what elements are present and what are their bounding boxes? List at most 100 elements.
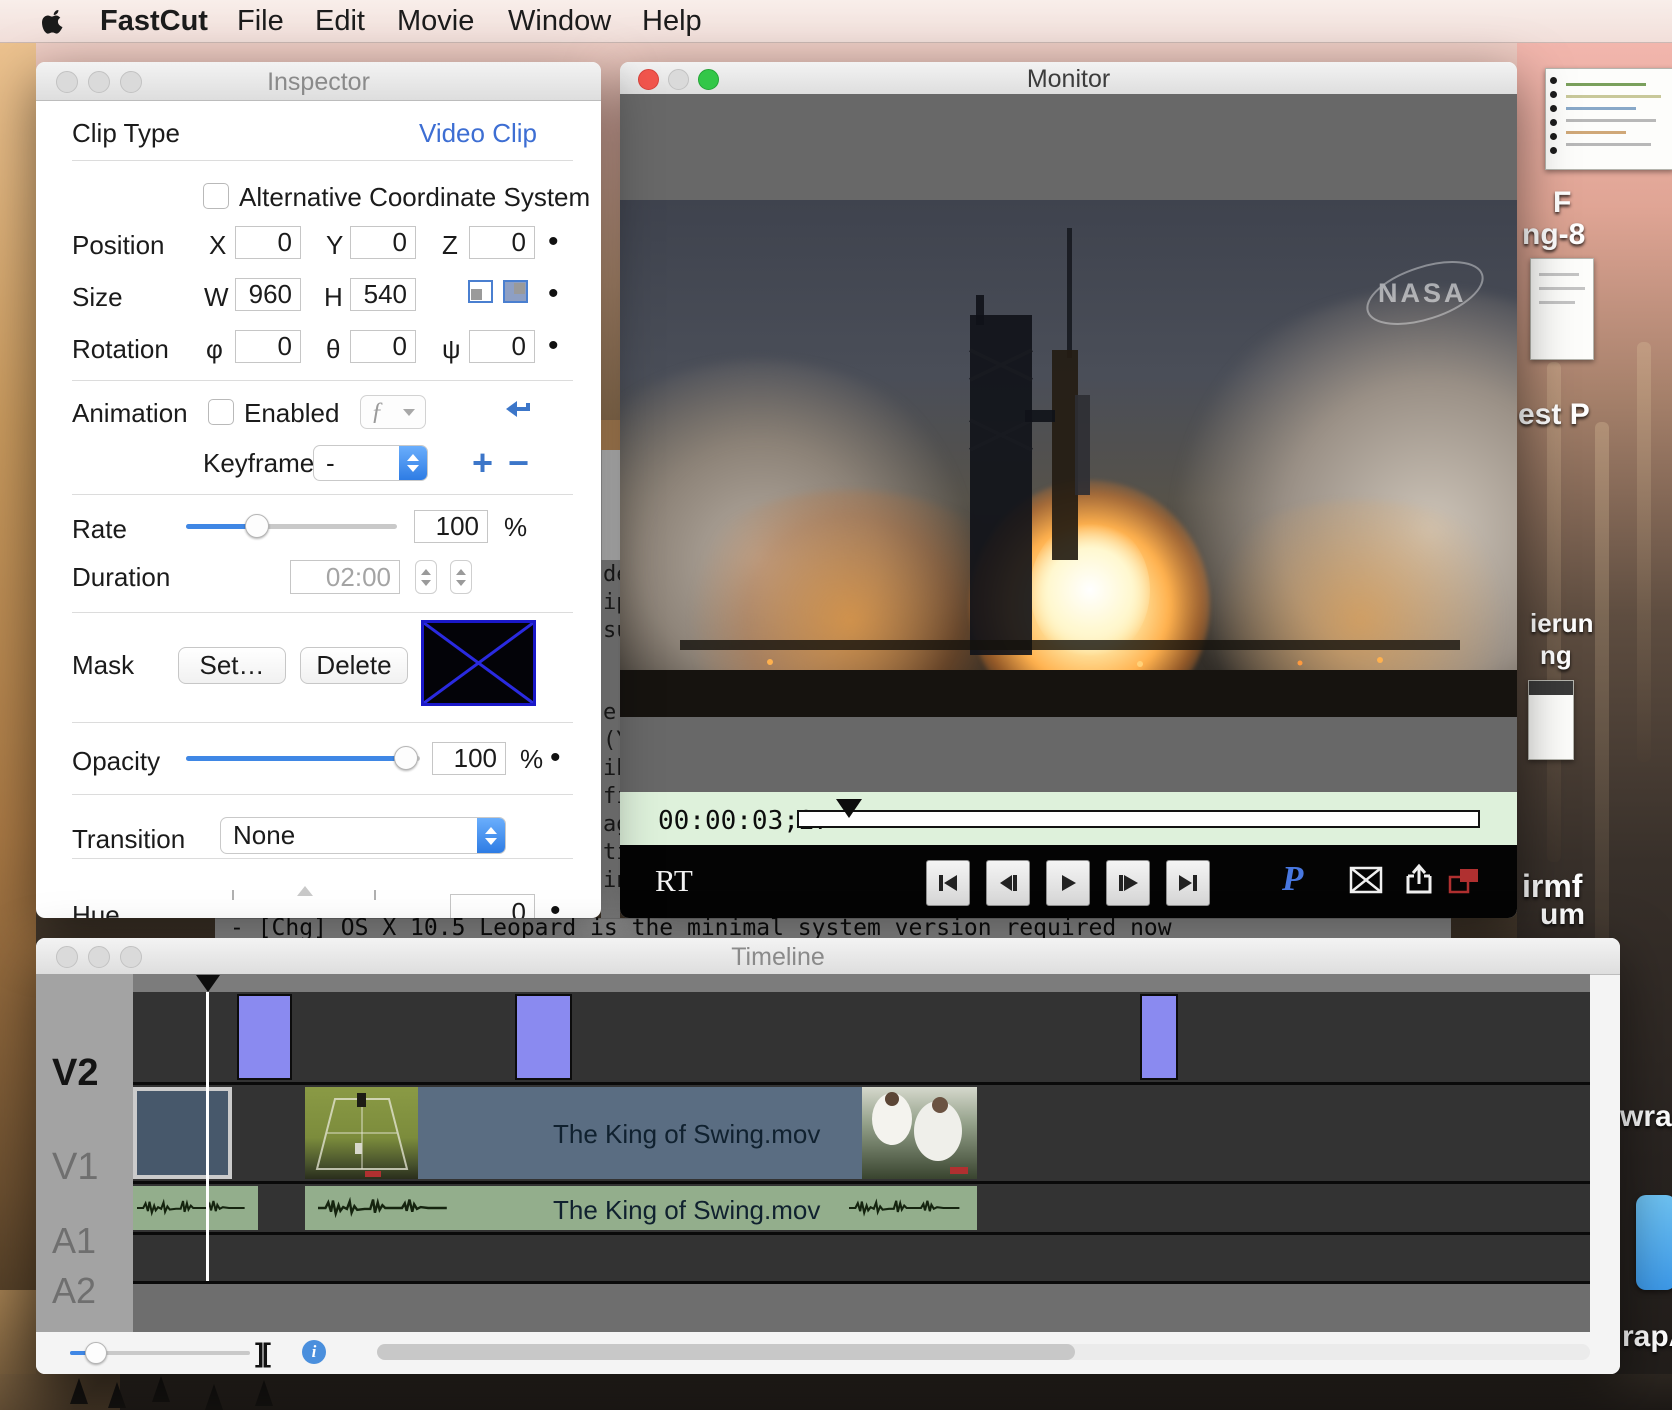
position-z-field[interactable]: 0 — [469, 226, 535, 259]
animation-label: Animation — [72, 398, 188, 429]
mask-set-button[interactable]: Set… — [178, 647, 286, 684]
rate-label: Rate — [72, 514, 127, 545]
hue-tick — [374, 890, 376, 900]
track-v2[interactable] — [133, 992, 1590, 1082]
timeline-clip-video[interactable]: The King of Swing.mov — [305, 1087, 977, 1179]
desktop-icon-folder[interactable] — [1636, 1195, 1672, 1290]
video-viewport[interactable]: NASA — [620, 94, 1517, 792]
timeline-playhead-line[interactable] — [206, 992, 209, 1281]
desktop-label[interactable]: ierun — [1530, 608, 1594, 639]
rate-slider-thumb[interactable] — [245, 514, 269, 538]
mask-delete-button[interactable]: Delete — [300, 647, 408, 684]
timeline-clip-selected[interactable] — [133, 1087, 232, 1179]
mask-label: Mask — [72, 650, 134, 681]
menu-item-edit[interactable]: Edit — [315, 0, 365, 42]
size-w-field[interactable]: 960 — [235, 278, 301, 311]
timeline-ruler[interactable] — [133, 974, 1590, 992]
track-a2[interactable] — [133, 1235, 1590, 1281]
tree-silhouette — [108, 1382, 126, 1408]
go-to-end-button[interactable] — [1166, 860, 1210, 906]
export-button[interactable] — [1402, 862, 1438, 903]
add-keyframe-button[interactable]: + — [472, 445, 493, 481]
desktop-icon-document[interactable] — [1530, 258, 1594, 360]
rotation-psi-field[interactable]: 0 — [469, 330, 535, 363]
menu-bar: FastCut File Edit Movie Window Help — [0, 0, 1672, 43]
pip-button[interactable] — [1448, 865, 1482, 902]
rotation-phi-field[interactable]: 0 — [235, 330, 301, 363]
track-label-v2[interactable]: V2 — [52, 1052, 98, 1095]
edit-point-button[interactable]: ][ — [255, 1338, 269, 1369]
transition-dropdown[interactable]: None — [220, 817, 506, 854]
duration-stepper[interactable] — [415, 560, 437, 594]
track-label-a1[interactable]: A1 — [52, 1220, 96, 1262]
animation-function-dropdown[interactable]: ƒ — [360, 395, 426, 429]
size-h-field[interactable]: 540 — [350, 278, 416, 311]
desktop-icon-notebook[interactable] — [1545, 68, 1672, 170]
clip-type-value[interactable]: Video Clip — [419, 118, 537, 149]
desktop-label[interactable]: wrap — [1620, 1100, 1672, 1134]
info-button[interactable]: i — [302, 1340, 326, 1364]
scrub-bar[interactable] — [797, 810, 1480, 828]
menu-item-window[interactable]: Window — [508, 0, 611, 42]
keyframe-dropdown[interactable]: - — [313, 445, 428, 481]
timeline-clip[interactable] — [237, 994, 292, 1080]
timeline-clip[interactable] — [515, 994, 572, 1080]
mask-preview[interactable] — [421, 620, 536, 706]
duration-frame-stepper[interactable] — [450, 560, 472, 594]
desktop-label[interactable]: rapA — [1622, 1320, 1672, 1354]
track-header-sidebar: V2 V1 A1 A2 — [36, 974, 133, 1332]
timeline-clip-audio[interactable]: The King of Swing.mov — [305, 1186, 977, 1230]
step-backward-button[interactable] — [986, 860, 1030, 906]
rate-unit: % — [504, 512, 527, 543]
menu-item-movie[interactable]: Movie — [397, 0, 474, 42]
pause-indicator[interactable]: P — [1282, 859, 1303, 899]
transition-value: None — [233, 820, 295, 851]
scrub-playhead[interactable] — [836, 799, 862, 818]
menu-item-app[interactable]: FastCut — [100, 0, 208, 42]
play-button[interactable] — [1046, 860, 1090, 906]
scale-fit-icon[interactable] — [468, 280, 493, 303]
desktop-label[interactable]: F — [1553, 186, 1571, 220]
mask-overlay-button[interactable] — [1348, 862, 1384, 903]
track-v1[interactable]: The King of Swing.mov — [133, 1085, 1590, 1181]
timeline-titlebar[interactable]: Timeline — [36, 938, 1620, 975]
position-y-field[interactable]: 0 — [350, 226, 416, 259]
timeline-clip-audio[interactable] — [133, 1186, 258, 1230]
opacity-field[interactable]: 100 — [432, 742, 506, 775]
menu-item-file[interactable]: File — [237, 0, 284, 42]
hue-field[interactable]: 0 — [450, 894, 535, 918]
desktop-icon-document[interactable] — [1528, 680, 1574, 760]
track-label-v1[interactable]: V1 — [52, 1146, 98, 1189]
timeline-playhead-handle[interactable] — [196, 975, 220, 992]
play-icon — [1056, 871, 1080, 895]
desktop-label[interactable]: um — [1540, 898, 1585, 932]
track-label-a2[interactable]: A2 — [52, 1270, 96, 1312]
duration-field[interactable]: 02:00 — [290, 560, 400, 594]
alt-coord-checkbox[interactable] — [203, 183, 229, 209]
position-x-field[interactable]: 0 — [235, 226, 301, 259]
crossed-box-icon — [1348, 862, 1384, 898]
inspector-titlebar[interactable]: Inspector — [36, 62, 601, 101]
timeline-scrollbar-thumb[interactable] — [377, 1344, 1075, 1360]
keyframe-dot: • — [548, 225, 559, 259]
timeline-scrollbar-track[interactable] — [377, 1344, 1590, 1360]
rate-field[interactable]: 100 — [414, 510, 488, 543]
scale-fill-icon[interactable] — [503, 280, 528, 303]
desktop-label[interactable]: ng-8 — [1522, 218, 1585, 252]
timeline-clip[interactable] — [1140, 994, 1178, 1080]
go-to-start-button[interactable] — [926, 860, 970, 906]
reset-animation-button[interactable] — [503, 398, 531, 429]
desktop-label[interactable]: ng — [1540, 640, 1572, 671]
rotation-theta-field[interactable]: 0 — [350, 330, 416, 363]
apple-menu[interactable] — [42, 0, 66, 42]
monitor-titlebar[interactable]: Monitor — [620, 62, 1517, 95]
timeline-zoom-thumb[interactable] — [85, 1342, 107, 1364]
desktop-label[interactable]: est P — [1518, 398, 1590, 432]
menu-item-help[interactable]: Help — [642, 0, 702, 42]
animation-enabled-checkbox[interactable] — [208, 399, 234, 425]
step-forward-button[interactable] — [1106, 860, 1150, 906]
remove-keyframe-button[interactable]: − — [508, 445, 529, 481]
stepper-icon — [477, 818, 505, 853]
opacity-slider-thumb[interactable] — [394, 746, 418, 770]
track-a1[interactable]: The King of Swing.mov — [133, 1184, 1590, 1232]
